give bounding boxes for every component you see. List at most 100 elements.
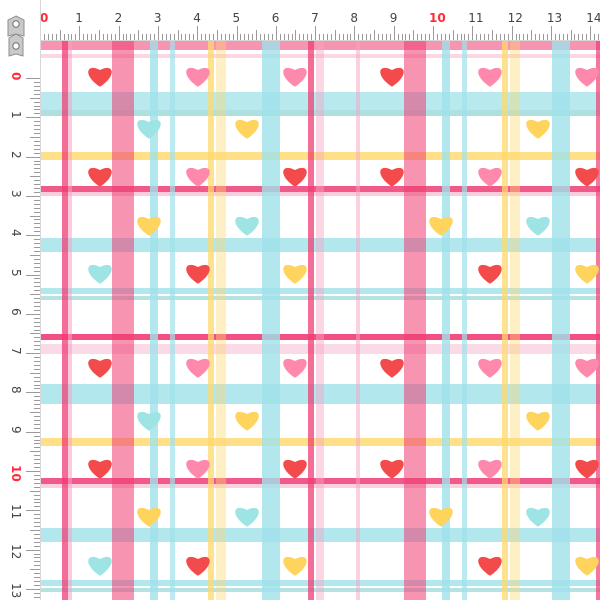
ruler-top-tick xyxy=(334,30,336,40)
ruler-top-tick xyxy=(440,34,442,40)
ruler-top-tick xyxy=(377,34,379,40)
ruler-top-tick xyxy=(291,34,293,40)
ruler-left-tick xyxy=(26,510,40,512)
ruler-left-tick xyxy=(34,317,40,319)
ruler-left-tick xyxy=(34,239,40,241)
ruler-left-label: 7 xyxy=(9,347,23,355)
ruler-top-tick xyxy=(228,34,230,40)
ruler-top-tick xyxy=(114,34,116,40)
ruler-left-tick xyxy=(30,97,40,99)
ruler-left-tick xyxy=(34,152,40,154)
ruler-top-tick xyxy=(138,30,140,40)
ruler-left-tick xyxy=(34,518,40,520)
vertical-stripe xyxy=(62,40,68,600)
ruler-left-tick xyxy=(34,188,40,190)
ruler-top-tick xyxy=(472,26,474,40)
ruler-top: 0 1 2 3 4 5 6 7 8 9 10 11 12 13 14 xyxy=(0,0,600,41)
ruler-top-tick xyxy=(240,34,242,40)
ruler-left-tick xyxy=(34,309,40,311)
ruler-top-tick xyxy=(381,34,383,40)
ruler-left-tick xyxy=(34,113,40,115)
ruler-top-tick xyxy=(374,30,376,40)
ruler-left-tick xyxy=(34,360,40,362)
ruler-top-tick xyxy=(63,34,65,40)
ruler-left-tick xyxy=(34,596,40,598)
ruler-left-tick xyxy=(34,199,40,201)
ruler-top-tick xyxy=(491,30,493,40)
ruler-top-tick xyxy=(134,34,136,40)
ruler-left-tick xyxy=(34,498,40,500)
ruler-top-tick xyxy=(346,34,348,40)
ruler-top-tick xyxy=(295,30,297,40)
ruler-top-tick xyxy=(83,34,85,40)
ruler-top-tick xyxy=(503,34,505,40)
ruler-top-tick xyxy=(271,34,273,40)
ruler-left-tick xyxy=(34,419,40,421)
ruler-top-tick xyxy=(354,26,356,40)
ruler-left-tick xyxy=(26,392,40,394)
ruler-top-tick xyxy=(307,34,309,40)
ruler-left-tick xyxy=(34,184,40,186)
ruler-left-label: 8 xyxy=(9,386,23,395)
vertical-stripe xyxy=(596,40,600,600)
ruler-top-tick xyxy=(208,34,210,40)
ruler-top-tick xyxy=(429,34,431,40)
ruler-top-tick xyxy=(248,34,250,40)
ruler-left-label: 1 xyxy=(9,111,23,119)
ruler-top-tick xyxy=(212,34,214,40)
ruler-top-tick xyxy=(413,30,415,40)
ruler-top-tick xyxy=(256,30,258,40)
ruler-left-tick xyxy=(30,412,40,414)
ruler-left-label: 2 xyxy=(9,150,23,159)
ruler-left-tick xyxy=(34,545,40,547)
ruler-left-tick xyxy=(26,235,40,237)
ruler-top-tick xyxy=(75,34,77,40)
ruler-top-tick xyxy=(358,34,360,40)
ruler-left-tick xyxy=(34,191,40,193)
ruler-top-tick xyxy=(236,26,238,40)
ruler-top-tick xyxy=(448,34,450,40)
ruler-left-tick xyxy=(26,274,40,276)
vertical-stripe xyxy=(356,40,360,600)
ruler-top-tick xyxy=(303,34,305,40)
ruler-top-tick xyxy=(79,26,81,40)
ruler-left-tick xyxy=(30,372,40,374)
ruler-top-tick xyxy=(153,34,155,40)
ruler-left-tick xyxy=(34,85,40,87)
ruler-top-tick xyxy=(118,26,120,40)
ruler-left-tick xyxy=(26,156,40,158)
ruler-left-tick xyxy=(34,494,40,496)
ruler-top-tick xyxy=(315,26,317,40)
vertical-stripe xyxy=(68,40,72,600)
ruler-left-tick xyxy=(34,125,40,127)
ruler-left-tick xyxy=(34,447,40,449)
ruler-left-tick xyxy=(30,569,40,571)
ruler-left-label: 3 xyxy=(9,189,23,198)
ruler-left-tick xyxy=(34,474,40,476)
ruler-top-tick xyxy=(590,26,592,40)
ruler-top-tick xyxy=(495,34,497,40)
ruler-top-label: 6 xyxy=(271,11,280,25)
ruler-left-tick xyxy=(34,270,40,272)
ruler-left-tick xyxy=(34,81,40,83)
ruler-left-tick xyxy=(30,136,40,138)
paperclip-icon xyxy=(7,15,25,57)
ruler-top-label: 5 xyxy=(232,11,241,25)
ruler-left-label: 0 xyxy=(9,72,23,81)
ruler-top-tick xyxy=(594,34,596,40)
ruler-left-tick xyxy=(30,529,40,531)
ruler-left-tick xyxy=(26,195,40,197)
ruler-left-tick xyxy=(34,557,40,559)
ruler-top-tick xyxy=(283,34,285,40)
ruler-left-tick xyxy=(34,345,40,347)
ruler-top-tick xyxy=(122,34,124,40)
ruler-left-tick xyxy=(30,254,40,256)
ruler-left-tick xyxy=(30,490,40,492)
ruler-top-tick xyxy=(287,34,289,40)
ruler-top-label: 0 xyxy=(40,11,49,25)
ruler-left-tick xyxy=(30,215,40,217)
ruler-top-tick xyxy=(322,34,324,40)
vertical-stripe xyxy=(404,40,426,600)
ruler-top-tick xyxy=(264,34,265,40)
ruler-left-tick xyxy=(34,400,40,402)
